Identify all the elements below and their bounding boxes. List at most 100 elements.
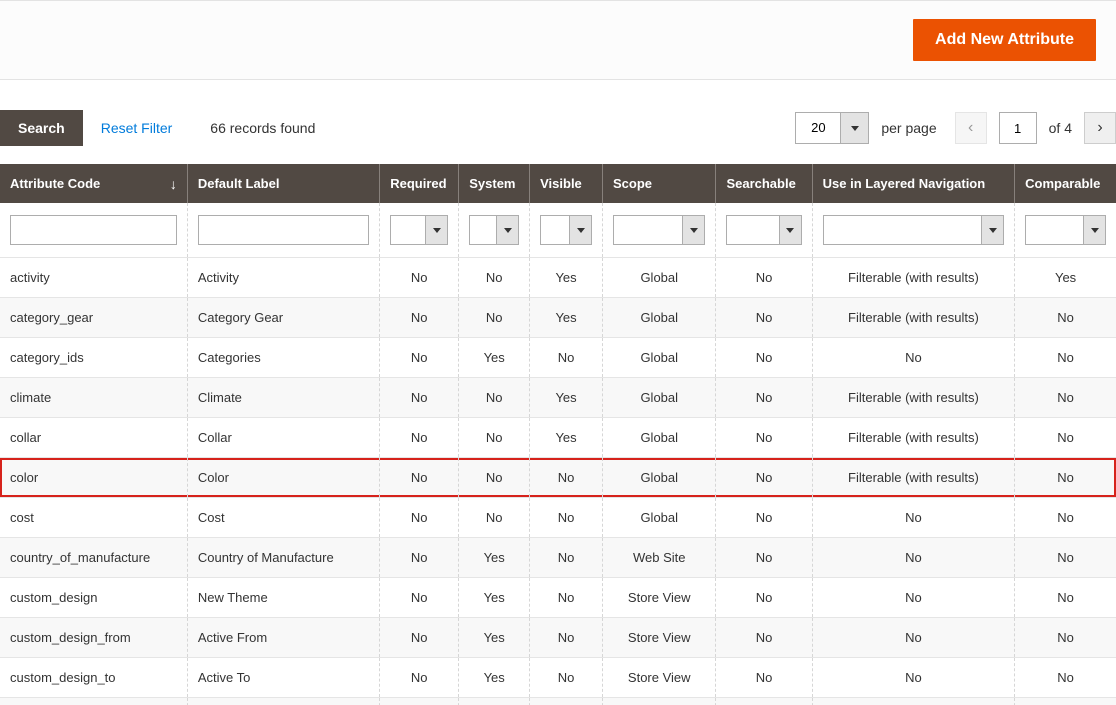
grid-toolbar: Search Reset Filter 66 records found per… (0, 80, 1116, 164)
filter-select-value (1026, 216, 1083, 244)
column-header[interactable]: Scope (603, 164, 716, 203)
column-header[interactable]: Searchable (716, 164, 812, 203)
filter-select-button[interactable] (569, 216, 591, 244)
cell-value: cost (10, 510, 34, 525)
table-row[interactable]: costCostNoNoNoGlobalNoNoNo (0, 498, 1116, 538)
cell-value: Global (640, 390, 678, 405)
table-row[interactable]: activityActivityNoNoYesGlobalNoFilterabl… (0, 258, 1116, 298)
cell-value: No (411, 630, 428, 645)
cell-value: No (558, 470, 575, 485)
cell-value: Global (640, 470, 678, 485)
cell-value: category_gear (10, 310, 93, 325)
filter-select-button[interactable] (682, 216, 704, 244)
filter-select-button[interactable] (496, 216, 518, 244)
perpage-input[interactable] (796, 113, 840, 143)
cell-value: Activity (198, 270, 239, 285)
cell-value: color (10, 470, 38, 485)
perpage-select[interactable] (795, 112, 869, 144)
table-row[interactable]: custom_design_toActive ToNoYesNoStore Vi… (0, 658, 1116, 698)
cell-value: No (756, 430, 773, 445)
filter-select-button[interactable] (779, 216, 801, 244)
pager-next-button[interactable]: › (1084, 112, 1116, 144)
column-header[interactable]: Visible (530, 164, 603, 203)
table-row[interactable]: category_gearCategory GearNoNoYesGlobalN… (0, 298, 1116, 338)
cell-value: Categories (198, 350, 261, 365)
cell-value: Active To (198, 670, 251, 685)
table-row[interactable]: custom_designNew ThemeNoYesNoStore ViewN… (0, 578, 1116, 618)
cell-value: Filterable (with results) (848, 470, 979, 485)
cell-value: No (756, 310, 773, 325)
table-row[interactable]: country_of_manufactureCountry of Manufac… (0, 538, 1116, 578)
cell-value: No (411, 310, 428, 325)
perpage-dropdown-button[interactable] (840, 113, 868, 143)
filter-input[interactable] (10, 215, 177, 245)
attribute-grid: Attribute Code↓ Default Label Required Syst… (0, 164, 1116, 705)
filter-select-button[interactable] (981, 216, 1003, 244)
filter-select-value (727, 216, 778, 244)
arrow-down-icon: ↓ (170, 176, 177, 192)
pager-page-input[interactable] (999, 112, 1037, 144)
cell-value: No (558, 630, 575, 645)
cell-value: No (756, 550, 773, 565)
caret-down-icon (690, 228, 698, 233)
cell-value: No (1057, 630, 1074, 645)
filter-select-button[interactable] (425, 216, 447, 244)
table-row[interactable]: category_idsCategoriesNoYesNoGlobalNoNoN… (0, 338, 1116, 378)
search-button[interactable]: Search (0, 110, 83, 146)
cell-value: Web Site (633, 550, 686, 565)
table-row[interactable]: climateClimateNoNoYesGlobalNoFilterable … (0, 378, 1116, 418)
cell-value: Cost (198, 510, 225, 525)
chevron-right-icon: › (1097, 120, 1102, 136)
column-header[interactable]: Comparable (1015, 164, 1116, 203)
cell-value: Yes (555, 270, 576, 285)
perpage-group: per page (795, 112, 936, 144)
cell-value: category_ids (10, 350, 84, 365)
cell-value: No (905, 550, 922, 565)
cell-value: No (1057, 310, 1074, 325)
cell-value: activity (10, 270, 50, 285)
column-header[interactable]: Attribute Code↓ (0, 164, 187, 203)
cell-value: No (1057, 670, 1074, 685)
add-new-attribute-button[interactable]: Add New Attribute (913, 19, 1096, 61)
filter-input[interactable] (198, 215, 369, 245)
cell-value: Yes (484, 630, 505, 645)
filter-select[interactable] (726, 215, 801, 245)
filter-select[interactable] (469, 215, 519, 245)
cell-value: Yes (484, 590, 505, 605)
cell-value: No (1057, 350, 1074, 365)
table-row[interactable]: custom_design_fromActive FromNoYesNoStor… (0, 618, 1116, 658)
cell-value: Yes (484, 350, 505, 365)
action-bar: Add New Attribute (0, 0, 1116, 80)
cell-value: No (558, 350, 575, 365)
cell-value: Collar (198, 430, 232, 445)
cell-value: country_of_manufacture (10, 550, 150, 565)
pager-prev-button[interactable]: ‹ (955, 112, 987, 144)
cell-value: No (905, 670, 922, 685)
caret-down-icon (786, 228, 794, 233)
cell-value: No (486, 310, 503, 325)
column-header[interactable]: Use in Layered Navigation (812, 164, 1015, 203)
table-row[interactable]: colorColorNoNoNoGlobalNoFilterable (with… (0, 458, 1116, 498)
filter-select[interactable] (1025, 215, 1106, 245)
column-header[interactable]: Required (380, 164, 459, 203)
filter-select[interactable] (540, 215, 592, 245)
column-header-label: Default Label (198, 176, 280, 191)
caret-down-icon (577, 228, 585, 233)
filter-select[interactable] (613, 215, 705, 245)
cell-value: Climate (198, 390, 242, 405)
reset-filter-link[interactable]: Reset Filter (101, 120, 173, 136)
column-header[interactable]: Default Label (187, 164, 379, 203)
table-row[interactable]: custom_layoutNew LayoutNoYesNoStore View… (0, 698, 1116, 705)
column-header[interactable]: System (459, 164, 530, 203)
cell-value: No (756, 590, 773, 605)
column-header-label: System (469, 176, 515, 191)
cell-value: No (411, 350, 428, 365)
filter-select-button[interactable] (1083, 216, 1105, 244)
cell-value: Filterable (with results) (848, 270, 979, 285)
cell-value: No (1057, 590, 1074, 605)
cell-value: Global (640, 350, 678, 365)
filter-select[interactable] (390, 215, 448, 245)
cell-value: custom_design_from (10, 630, 131, 645)
table-row[interactable]: collarCollarNoNoYesGlobalNoFilterable (w… (0, 418, 1116, 458)
filter-select[interactable] (823, 215, 1005, 245)
